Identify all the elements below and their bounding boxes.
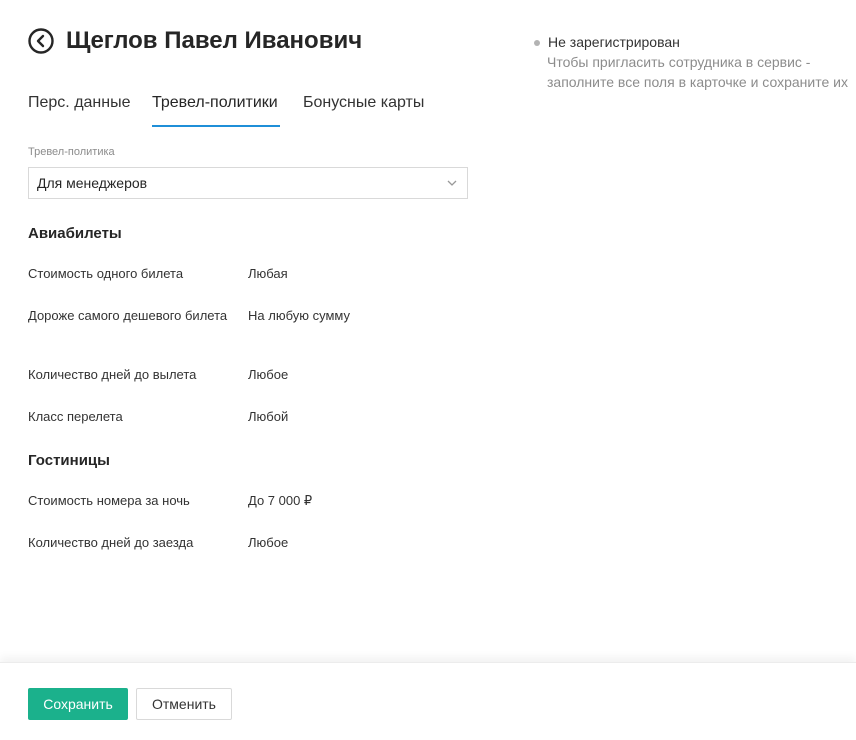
cancel-button[interactable]: Отменить xyxy=(136,688,232,720)
section-title-hotels: Гостиницы xyxy=(28,452,110,469)
page-title: Щеглов Павел Иванович xyxy=(66,27,363,54)
travel-policy-label: Тревел-политика xyxy=(28,146,115,158)
row-value-ticket-price: Любая xyxy=(248,266,288,281)
tab-personal-data[interactable]: Перс. данные xyxy=(28,93,131,113)
row-value-days-before-checkin: Любое xyxy=(248,535,289,550)
travel-policy-select[interactable]: Для менеджеров xyxy=(28,167,468,199)
row-label-days-before-checkin: Количество дней до заезда xyxy=(28,535,194,550)
row-label-room-price: Стоимость номера за ночь xyxy=(28,493,190,508)
status-hint: Чтобы пригласить сотрудника в сервис - з… xyxy=(547,54,848,90)
row-value-days-before-departure: Любое xyxy=(248,367,289,382)
save-button[interactable]: Сохранить xyxy=(28,688,128,720)
tab-bonus-cards[interactable]: Бонусные карты xyxy=(303,93,424,113)
tab-travel-policies[interactable]: Тревел-политики xyxy=(152,93,278,113)
back-button[interactable] xyxy=(28,28,54,54)
arrow-left-circle-icon xyxy=(28,28,54,54)
section-title-flights: Авиабилеты xyxy=(28,225,122,242)
status-title: Не зарегистрирован xyxy=(548,34,680,50)
status-dot xyxy=(534,40,540,46)
travel-policy-value: Для менеджеров xyxy=(37,175,148,191)
active-tab-indicator xyxy=(152,125,280,127)
row-label-days-before-departure: Количество дней до вылета xyxy=(28,367,197,382)
row-label-flight-class: Класс перелета xyxy=(28,409,123,424)
chevron-down-icon xyxy=(447,180,457,186)
row-value-above-cheapest: На любую сумму xyxy=(248,308,350,323)
row-label-above-cheapest: Дороже самого дешевого билета xyxy=(28,308,228,323)
footer-bar: Сохранить Отменить xyxy=(0,662,856,740)
row-value-room-price: До 7 000 ₽ xyxy=(248,493,313,508)
row-value-flight-class: Любой xyxy=(248,409,289,424)
row-label-ticket-price: Стоимость одного билета xyxy=(28,266,184,281)
